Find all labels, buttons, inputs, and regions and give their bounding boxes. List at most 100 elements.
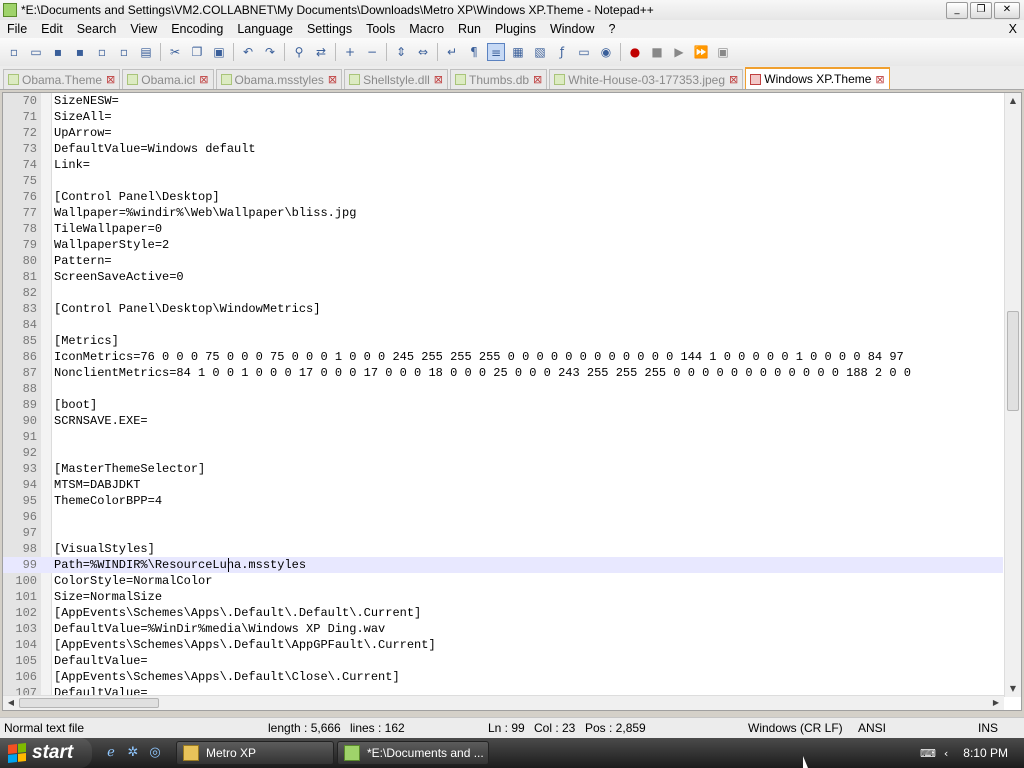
menu-settings[interactable]: Settings <box>300 22 359 36</box>
code-line[interactable]: 97 <box>3 525 1003 541</box>
sync-vertical-icon[interactable]: ⇕ <box>392 43 410 61</box>
line-text[interactable]: ThemeColorBPP=4 <box>54 493 162 509</box>
zoom-in-icon[interactable]: + <box>341 43 359 61</box>
menu-macro[interactable]: Macro <box>402 22 451 36</box>
code-line[interactable]: 78 TileWallpaper=0 <box>3 221 1003 237</box>
vertical-scrollbar[interactable]: ▲ ▼ <box>1004 93 1021 697</box>
scroll-left-icon[interactable]: ◀ <box>4 696 18 710</box>
code-line[interactable]: 79 WallpaperStyle=2 <box>3 237 1003 253</box>
new-file-icon[interactable]: ▫ <box>5 43 23 61</box>
tab-close-icon[interactable]: ⊠ <box>533 73 542 86</box>
open-file-icon[interactable]: ▭ <box>27 43 45 61</box>
clock[interactable]: 8:10 PM <box>963 746 1008 760</box>
code-line[interactable]: 84 <box>3 317 1003 333</box>
code-line[interactable]: 72 UpArrow= <box>3 125 1003 141</box>
code-line[interactable]: 83 [Control Panel\Desktop\WindowMetrics] <box>3 301 1003 317</box>
minimize-button[interactable]: _ <box>946 1 968 19</box>
copy-icon[interactable]: ❐ <box>188 43 206 61</box>
code-line[interactable]: 87 NonclientMetrics=84 1 0 0 1 0 0 0 17 0… <box>3 365 1003 381</box>
tab-white-house-jpeg[interactable]: White-House-03-177353.jpeg ⊠ <box>549 69 744 89</box>
line-text[interactable]: ColorStyle=NormalColor <box>54 573 212 589</box>
code-line[interactable]: 94 MTSM=DABJDKT <box>3 477 1003 493</box>
monitoring-icon[interactable]: ◉ <box>597 43 615 61</box>
close-file-icon[interactable]: ▫ <box>93 43 111 61</box>
tab-close-icon[interactable]: ⊠ <box>328 73 337 86</box>
close-all-icon[interactable]: ▫ <box>115 43 133 61</box>
word-wrap-icon[interactable]: ↵ <box>443 43 461 61</box>
text-editor[interactable]: 70 SizeNESW= 71 SizeAll= 72 UpArrow= 73 Default… <box>2 92 1022 711</box>
code-line[interactable]: 73 DefaultValue=Windows default <box>3 141 1003 157</box>
paste-icon[interactable]: ▣ <box>210 43 228 61</box>
maximize-button[interactable]: ❐ <box>970 1 992 19</box>
chevron-left-icon[interactable]: ‹ <box>944 747 948 760</box>
line-text[interactable]: MTSM=DABJDKT <box>54 477 140 493</box>
code-line[interactable]: 70 SizeNESW= <box>3 93 1003 109</box>
code-line[interactable]: 101 Size=NormalSize <box>3 589 1003 605</box>
line-text[interactable]: [AppEvents\Schemes\Apps\.Default\AppGPFa… <box>54 637 436 653</box>
line-text[interactable]: SizeNESW= <box>54 93 119 109</box>
cut-icon[interactable]: ✂ <box>166 43 184 61</box>
vertical-scroll-thumb[interactable] <box>1007 311 1019 411</box>
line-text[interactable]: Wallpaper=%windir%\Web\Wallpaper\bliss.j… <box>54 205 356 221</box>
code-line[interactable]: 102 [AppEvents\Schemes\Apps\.Default\.Def… <box>3 605 1003 621</box>
code-line[interactable]: 80 Pattern= <box>3 253 1003 269</box>
editor-lines[interactable]: 70 SizeNESW= 71 SizeAll= 72 UpArrow= 73 Default… <box>3 93 1003 697</box>
undo-icon[interactable]: ↶ <box>239 43 257 61</box>
code-line[interactable]: 82 <box>3 285 1003 301</box>
save-icon[interactable]: ▪ <box>49 43 67 61</box>
tab-close-icon[interactable]: ⊠ <box>199 73 208 86</box>
code-line[interactable]: 95 ThemeColorBPP=4 <box>3 493 1003 509</box>
line-text[interactable]: WallpaperStyle=2 <box>54 237 169 253</box>
firefox-icon[interactable]: ◎ <box>147 745 163 761</box>
code-line[interactable]: 105 DefaultValue= <box>3 653 1003 669</box>
line-text[interactable]: SCRNSAVE.EXE= <box>54 413 148 429</box>
tab-obama-theme[interactable]: Obama.Theme ⊠ <box>3 69 121 89</box>
tab-obama-msstyles[interactable]: Obama.msstyles ⊠ <box>215 69 343 89</box>
code-line[interactable]: 88 <box>3 381 1003 397</box>
menu-view[interactable]: View <box>123 22 164 36</box>
tab-close-icon[interactable]: ⊠ <box>106 73 115 86</box>
code-line[interactable]: 86 IconMetrics=76 0 0 0 75 0 0 0 75 0 0 0… <box>3 349 1003 365</box>
internet-explorer-icon[interactable]: ℯ <box>103 745 119 761</box>
start-button[interactable]: start <box>0 738 92 768</box>
scroll-right-icon[interactable]: ▶ <box>989 696 1003 710</box>
line-text[interactable]: [Control Panel\Desktop] <box>54 189 220 205</box>
tab-close-icon[interactable]: ⊠ <box>434 73 443 86</box>
horizontal-scroll-thumb[interactable] <box>19 698 159 708</box>
line-text[interactable]: DefaultValue= <box>54 653 148 669</box>
tab-shellstyle-dll[interactable]: Shellstyle.dll ⊠ <box>344 69 449 89</box>
line-text[interactable]: Link= <box>54 157 90 173</box>
code-line[interactable]: 92 <box>3 445 1003 461</box>
user-language-icon[interactable]: ▦ <box>509 43 527 61</box>
tab-close-icon[interactable]: ⊠ <box>729 73 738 86</box>
line-text[interactable]: [Metrics] <box>54 333 119 349</box>
code-line[interactable]: 77 Wallpaper=%windir%\Web\Wallpaper\bliss… <box>3 205 1003 221</box>
folder-workspace-icon[interactable]: ▭ <box>575 43 593 61</box>
replace-icon[interactable]: ⇄ <box>312 43 330 61</box>
line-text[interactable]: TileWallpaper=0 <box>54 221 162 237</box>
line-text[interactable]: Size=NormalSize <box>54 589 162 605</box>
tab-obama-icl[interactable]: Obama.icl ⊠ <box>122 69 214 89</box>
menu-edit[interactable]: Edit <box>34 22 70 36</box>
record-macro-icon[interactable]: ● <box>626 43 644 61</box>
code-line[interactable]: 104 [AppEvents\Schemes\Apps\.Default\AppG… <box>3 637 1003 653</box>
code-line[interactable]: 100 ColorStyle=NormalColor <box>3 573 1003 589</box>
save-all-icon[interactable]: ▪ <box>71 43 89 61</box>
current-line[interactable]: 99 Path=%WINDIR%\ResourceLuna.msstyles <box>3 557 1003 573</box>
horizontal-scrollbar[interactable]: ◀ ▶ <box>3 695 1004 710</box>
code-line[interactable]: 90 SCRNSAVE.EXE= <box>3 413 1003 429</box>
function-list-icon[interactable]: ƒ <box>553 43 571 61</box>
code-line[interactable]: 76 [Control Panel\Desktop] <box>3 189 1003 205</box>
doc-map-icon[interactable]: ▧ <box>531 43 549 61</box>
print-icon[interactable]: ▤ <box>137 43 155 61</box>
close-button[interactable]: ✕ <box>994 1 1020 19</box>
line-text[interactable]: IconMetrics=76 0 0 0 75 0 0 0 75 0 0 0 1… <box>54 349 904 365</box>
find-icon[interactable]: ⚲ <box>290 43 308 61</box>
code-line[interactable]: 98 [VisualStyles] <box>3 541 1003 557</box>
code-line[interactable]: 74 Link= <box>3 157 1003 173</box>
code-line[interactable]: 106 [AppEvents\Schemes\Apps\.Default\Clos… <box>3 669 1003 685</box>
menu-search[interactable]: Search <box>70 22 124 36</box>
zoom-out-icon[interactable]: − <box>363 43 381 61</box>
code-line[interactable]: 75 <box>3 173 1003 189</box>
line-text[interactable]: [AppEvents\Schemes\Apps\.Default\Close\.… <box>54 669 400 685</box>
